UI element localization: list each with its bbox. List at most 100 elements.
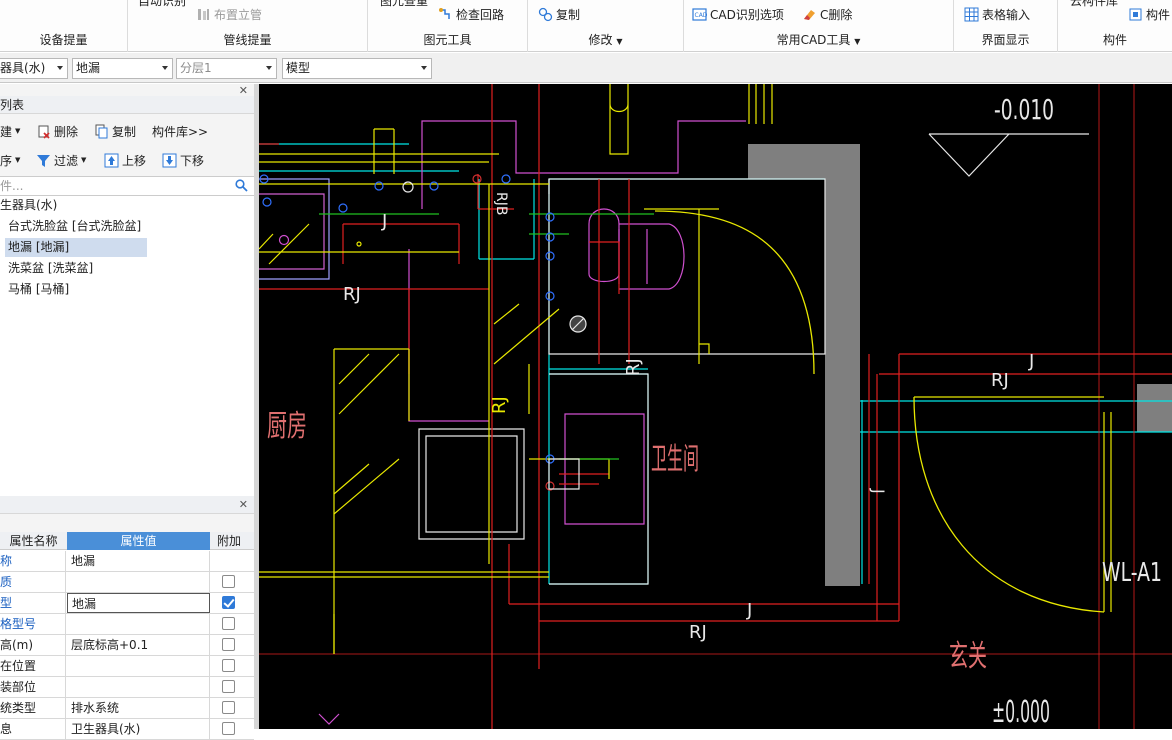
place-riser-button[interactable]: 布置立管 [196,5,262,23]
left-panel: 列表 ✕ 建▼ 删除 复制 构件库>> 序▼ 过滤▼ 上移 下移 件... [0,84,254,740]
type-select[interactable]: 器具(水) [0,58,68,79]
property-row[interactable]: 称地漏 [0,551,254,572]
mode-select[interactable]: 模型 [282,58,432,79]
ribbon: 设备提量 自动识别 布置立管 管线提量 图元查重 检查回路 图元工具 复制 修改… [0,0,1172,52]
property-table-header: 属性名称 属性值 附加 [0,532,254,550]
ribbon-group-device: 设备提量 [0,0,128,52]
ribbon-group-component: 云构件库 构件 构件 [1058,0,1172,52]
component-toolbar-2: 序 ▼ 过滤 ▼ 上移 下移 [0,147,254,173]
auto-recognize-button[interactable]: 自动识别 [138,0,186,9]
copy-button[interactable]: 复制 [538,5,580,23]
c-delete-label: C删除 [820,7,853,22]
tree-root[interactable]: 生器具(水) [0,196,57,215]
svg-text:CAD: CAD [695,12,708,19]
rj-label-3: RJ [689,622,707,643]
tree-item-floor-drain[interactable]: 地漏 [地漏] [5,238,147,257]
tree-item-toilet[interactable]: 马桶 [马桶] [8,280,69,299]
chevron-down-icon [162,66,168,70]
extra-checkbox[interactable] [222,701,235,714]
j-label-2: J [1028,351,1034,372]
ribbon-group-modify: 复制 修改 ▼ [528,0,684,52]
extra-checkbox[interactable] [222,617,235,630]
component-library-button[interactable]: 构件库>> [152,122,208,140]
property-value[interactable]: 地漏 [67,593,210,613]
ribbon-group-element-tools: 图元查重 检查回路 图元工具 [368,0,528,52]
component-search-input[interactable]: 件... [0,176,254,196]
extra-checkbox[interactable] [222,596,235,609]
property-table: 属性名称 属性值 附加 称地漏质型地漏 格型号 高(m) 层底标高+0.1 在位置 装部位… [0,532,254,740]
chevron-down-icon [266,66,272,70]
cad-drawing: -0.010 ±0.000 厨房 卫生间 玄关 WL-A1 RJ RJ RJ J… [259,84,1172,729]
component-button[interactable]: 构件 [1128,5,1170,23]
property-row[interactable]: 装部位 [0,677,254,698]
dup-check-button[interactable]: 图元查重 [380,0,428,9]
close-icon[interactable]: ✕ [239,498,248,511]
table-input-button[interactable]: 表格输入 [964,5,1030,23]
cad-tools-dropdown[interactable]: 常用CAD工具 ▼ [684,31,953,48]
delete-label: 删除 [54,124,79,139]
c-delete-button[interactable]: C删除 [802,5,852,23]
property-value[interactable] [67,656,210,676]
j-label-1: J [381,211,387,232]
sort-button[interactable]: 序 ▼ [0,151,20,169]
property-row[interactable]: 质 [0,572,254,593]
search-icon[interactable] [235,179,248,197]
ribbon-group-title: 常用CAD工具 [776,33,851,47]
property-value[interactable]: 卫生器具(水) [67,719,210,739]
modify-dropdown[interactable]: 修改 ▼ [528,31,683,48]
chevron-down-icon [57,66,63,70]
property-value[interactable] [67,614,210,634]
place-riser-label: 布置立管 [214,7,263,22]
property-value[interactable] [67,677,210,697]
property-name: 格型号 [0,614,66,634]
ribbon-group-pipeline: 自动识别 布置立管 管线提量 [128,0,368,52]
cad-options-button[interactable]: CAD CAD识别选项 [692,5,784,23]
property-value[interactable]: 排水系统 [67,698,210,718]
property-row[interactable]: 格型号 [0,614,254,635]
property-value[interactable]: 层底标高+0.1 [67,635,210,655]
ribbon-group-title: 界面显示 [981,33,1030,47]
ribbon-group-title: 构件 [1102,33,1127,47]
cad-canvas[interactable]: -0.010 ±0.000 厨房 卫生间 玄关 WL-A1 RJ RJ RJ J… [259,84,1172,729]
chevron-down-icon: ▼ [81,156,87,164]
property-row[interactable]: 型地漏 [0,593,254,614]
property-value[interactable] [67,572,210,592]
tree-item-sink[interactable]: 洗菜盆 [洗菜盆] [8,259,93,278]
table-icon [964,7,979,22]
property-value[interactable]: 地漏 [67,551,210,571]
layer-select[interactable]: 分层1 [176,58,277,79]
move-down-button[interactable]: 下移 [162,151,204,169]
ribbon-group-display: 表格输入 界面显示 [954,0,1058,52]
property-row[interactable]: 高(m) 层底标高+0.1 [0,635,254,656]
header-prop-value: 属性值 [67,532,210,550]
rjb-label-vertical: RJB [493,192,509,215]
property-row[interactable]: 在位置 [0,656,254,677]
tree-item-washbasin[interactable]: 台式洗脸盆 [台式洗脸盆] [8,217,141,236]
table-input-label: 表格输入 [982,7,1031,22]
move-up-button[interactable]: 上移 [104,151,146,169]
extra-checkbox[interactable] [222,575,235,588]
check-loop-label: 检查回路 [456,7,505,22]
extra-checkbox[interactable] [222,680,235,693]
bathroom-label: 卫生间 [651,442,699,477]
extra-checkbox[interactable] [222,659,235,672]
cloud-library-button[interactable]: 云构件库 [1070,0,1118,9]
chevron-down-icon: ▼ [15,127,21,135]
component-list-title: 列表 [0,98,25,112]
ribbon-group-title: 管线提量 [223,33,272,47]
check-loop-button[interactable]: 检查回路 [438,5,504,23]
copy-component-button[interactable]: 复制 [94,122,136,140]
component-toolbar-1: 建 ▼ 删除 复制 构件库>> [0,118,254,144]
wl-label: WL-A1 [1102,558,1162,588]
cad-options-label: CAD识别选项 [710,7,784,22]
delete-button[interactable]: 删除 [36,122,78,140]
filter-button[interactable]: 过滤 ▼ [36,151,86,169]
new-button[interactable]: 建 ▼ [0,122,20,140]
property-row[interactable]: 息卫生器具(水) [0,719,254,740]
property-row[interactable]: 统类型 排水系统 [0,698,254,719]
new-label: 建 [0,124,13,139]
component-select[interactable]: 地漏 [72,58,173,79]
kitchen-label: 厨房 [267,409,307,444]
close-icon[interactable]: ✕ [239,84,248,97]
extra-checkbox[interactable] [222,638,235,651]
